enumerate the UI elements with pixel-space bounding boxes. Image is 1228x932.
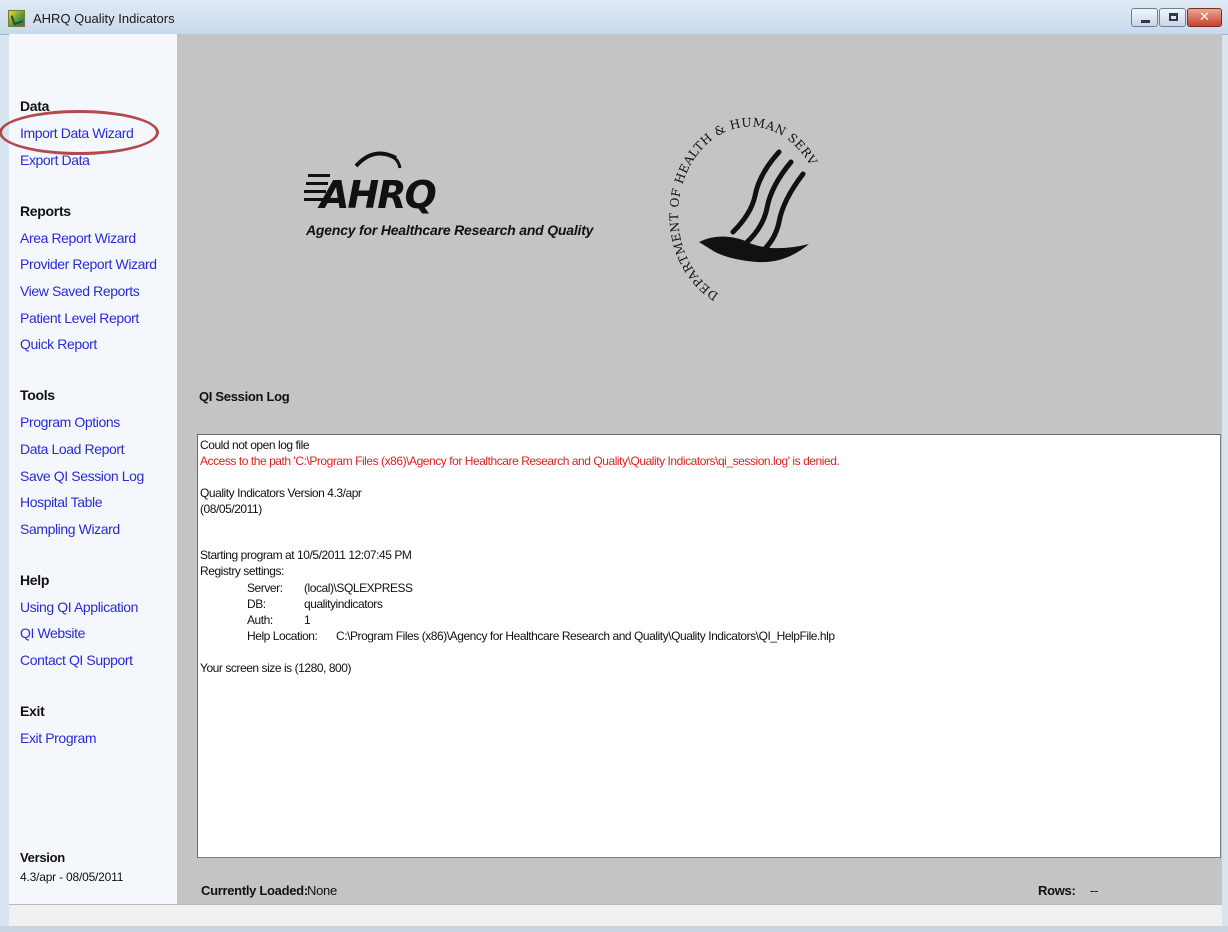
currently-loaded-value: None <box>307 883 337 898</box>
export-data-link[interactable]: Export Data <box>20 152 90 168</box>
sampling-wizard-link[interactable]: Sampling Wizard <box>20 521 120 537</box>
app-icon <box>8 10 25 27</box>
taskbar-strip <box>0 926 1228 932</box>
log-line: Could not open log file <box>200 438 310 452</box>
provider-report-wizard-link[interactable]: Provider Report Wizard <box>20 256 157 272</box>
restore-icon <box>1169 13 1178 21</box>
using-qi-application-link[interactable]: Using QI Application <box>20 599 138 615</box>
log-line: (08/05/2011) <box>200 502 262 516</box>
hhs-eagle-wing <box>699 236 809 263</box>
rows-label: Rows: <box>1038 883 1076 898</box>
log-help-location-key: Help Location: <box>247 629 318 643</box>
minimize-icon <box>1141 20 1150 23</box>
log-db-value: qualityindicators <box>304 597 383 611</box>
session-log-title: QI Session Log <box>199 389 290 404</box>
window-controls: ✕ <box>1130 8 1222 30</box>
version-value: 4.3/apr - 08/05/2011 <box>20 870 124 884</box>
sidebar-heading-tools: Tools <box>20 387 55 403</box>
restore-button[interactable] <box>1159 8 1186 27</box>
log-line: Registry settings: <box>200 564 284 578</box>
data-load-report-link[interactable]: Data Load Report <box>20 441 125 457</box>
import-data-wizard-link[interactable]: Import Data Wizard <box>20 125 134 141</box>
hhs-seal-text: DEPARTMENT OF HEALTH & HUMAN SERVICES·US… <box>659 104 819 303</box>
log-line: Quality Indicators Version 4.3/apr <box>200 486 362 500</box>
close-icon: ✕ <box>1199 10 1210 25</box>
save-qi-session-log-link[interactable]: Save QI Session Log <box>20 468 144 484</box>
ahrq-logo-arc <box>354 151 397 168</box>
ahrq-wordmark: AHRQ <box>317 173 435 217</box>
area-report-wizard-link[interactable]: Area Report Wizard <box>20 230 136 246</box>
session-log-textbox[interactable]: Could not open log file Access to the pa… <box>197 434 1221 858</box>
log-line: Your screen size is (1280, 800) <box>200 661 352 675</box>
log-error-line: Access to the path 'C:\Program Files (x8… <box>200 454 840 468</box>
log-server-value: (local)\SQLEXPRESS <box>304 581 413 595</box>
hospital-table-link[interactable]: Hospital Table <box>20 494 102 510</box>
sidebar-heading-data: Data <box>20 98 50 114</box>
currently-loaded-label: Currently Loaded: <box>201 883 308 898</box>
view-saved-reports-link[interactable]: View Saved Reports <box>20 283 140 299</box>
main-panel: AHRQ Agency for Healthcare Research and … <box>177 34 1222 904</box>
hhs-seal-logo: DEPARTMENT OF HEALTH & HUMAN SERVICES·US… <box>659 104 819 303</box>
log-auth-value: 1 <box>304 613 311 627</box>
status-bar <box>9 904 1222 926</box>
log-line: Starting program at 10/5/2011 12:07:45 P… <box>200 548 412 562</box>
ahrq-tagline: Agency for Healthcare Research and Quali… <box>306 222 594 238</box>
window-title: AHRQ Quality Indicators <box>33 11 175 26</box>
log-auth-key: Auth: <box>247 613 273 627</box>
log-help-location-value: C:\Program Files (x86)\Agency for Health… <box>336 629 835 643</box>
sidebar-heading-reports: Reports <box>20 203 71 219</box>
sidebar-nav: Data Import Data Wizard Export Data Repo… <box>0 34 177 904</box>
patient-level-report-link[interactable]: Patient Level Report <box>20 310 139 326</box>
log-db-key: DB: <box>247 597 266 611</box>
contact-qi-support-link[interactable]: Contact QI Support <box>20 652 133 668</box>
minimize-button[interactable] <box>1131 8 1158 27</box>
close-button[interactable]: ✕ <box>1187 8 1222 27</box>
sidebar-heading-help: Help <box>20 572 50 588</box>
qi-website-link[interactable]: QI Website <box>20 625 85 641</box>
ahrq-logo-arc-tail <box>389 154 402 169</box>
program-options-link[interactable]: Program Options <box>20 414 120 430</box>
sidebar-heading-exit: Exit <box>20 703 45 719</box>
version-heading: Version <box>20 850 65 865</box>
log-server-key: Server: <box>247 581 283 595</box>
title-bar: AHRQ Quality Indicators ✕ <box>0 0 1228 35</box>
rows-value: -- <box>1090 883 1099 898</box>
quick-report-link[interactable]: Quick Report <box>20 336 97 352</box>
exit-program-link[interactable]: Exit Program <box>20 730 97 746</box>
app-window: AHRQ Quality Indicators ✕ Data Import Da… <box>0 0 1228 932</box>
